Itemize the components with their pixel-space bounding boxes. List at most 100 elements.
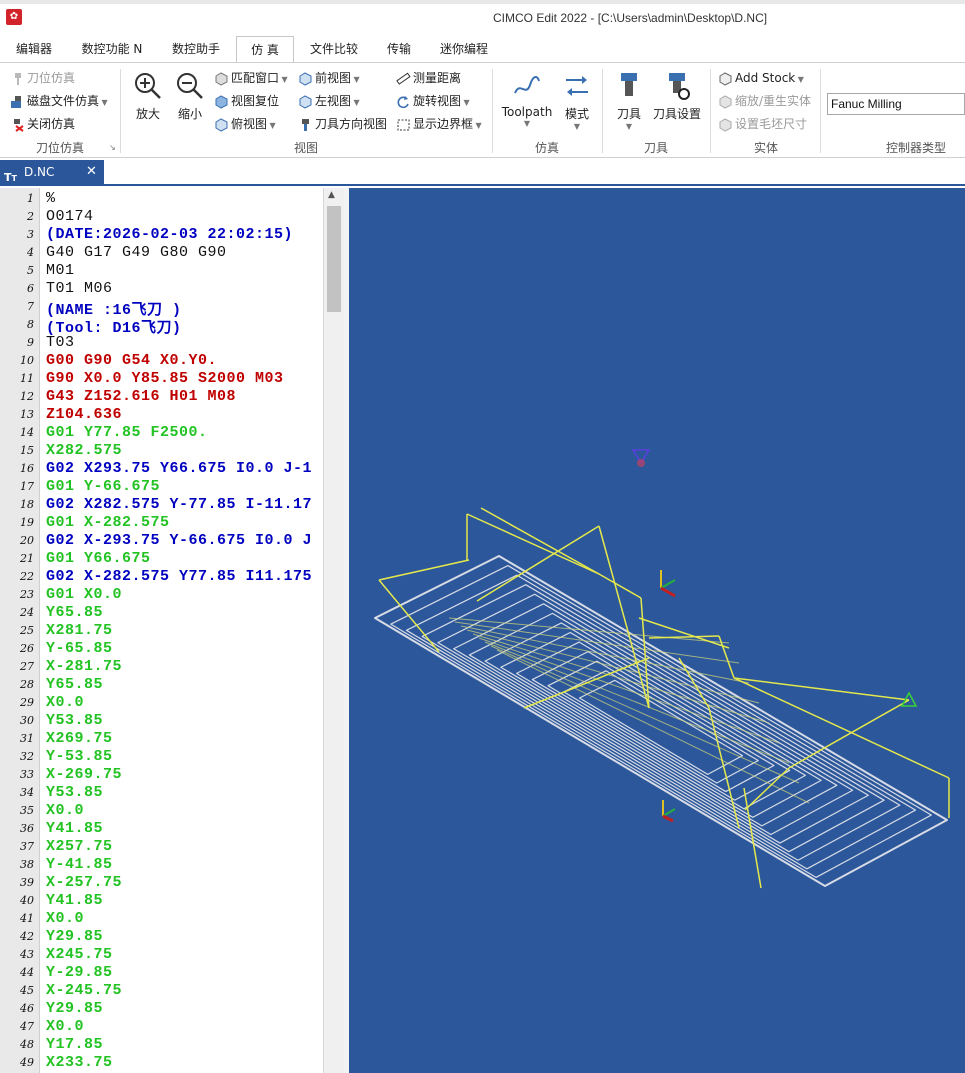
code-line[interactable]: Y53.85 [46,712,103,729]
code-line[interactable]: X257.75 [46,838,113,855]
simulation-viewport[interactable] [349,188,965,1073]
code-line[interactable]: X245.75 [46,946,113,963]
rotate-view-button[interactable]: 旋转视图 ▼ [396,91,470,111]
tab-nc-functions[interactable]: 数控功能 N [72,36,152,62]
code-line[interactable]: X0.0 [46,910,84,927]
top-view-button[interactable]: 俯视图 ▼ [214,114,276,134]
controller-type-select[interactable]: Fanuc Milling [827,93,965,115]
stock-size-button[interactable]: 设置毛坯尺寸 [718,114,807,134]
code-line[interactable]: G43 Z152.616 H01 M08 [46,388,236,405]
stock-ring [437,593,885,853]
code-line[interactable]: X0.0 [46,802,84,819]
bounding-box-button[interactable]: 显示边界框 ▼ [396,114,482,134]
code-line[interactable]: Y29.85 [46,928,103,945]
mode-button[interactable]: 模式 ▼ [560,71,594,131]
fit-window-button[interactable]: 匹配窗口 ▼ [214,68,288,88]
line-number: 22 [20,570,34,583]
tool-sim-button[interactable]: 刀位仿真 [10,68,75,88]
code-line[interactable]: Y65.85 [46,676,103,693]
add-stock-button[interactable]: Add Stock ▼ [718,68,804,88]
disk-sim-button[interactable]: 磁盘文件仿真 ▼ [10,91,108,111]
editor-vertical-scrollbar[interactable]: ▲ [323,188,344,1073]
toolpath-label: Toolpath [501,105,553,119]
front-view-button[interactable]: 前视图 ▼ [298,68,360,88]
code-line[interactable]: G00 G90 G54 X0.Y0. [46,352,217,369]
code-line[interactable]: T03 [46,334,75,351]
code-line[interactable]: Y29.85 [46,1000,103,1017]
code-line[interactable]: G40 G17 G49 G80 G90 [46,244,227,261]
tool-settings-button[interactable]: 刀具设置 [650,71,704,122]
code-line[interactable]: Y-65.85 [46,640,113,657]
code-line[interactable]: X0.0 [46,1018,84,1035]
code-line[interactable]: G01 Y77.85 F2500. [46,424,208,441]
code-line[interactable]: X-245.75 [46,982,122,999]
code-line[interactable]: Y-53.85 [46,748,113,765]
group-label-simulation: 仿真 [535,141,560,155]
code-line[interactable]: X281.75 [46,622,113,639]
dialog-launcher-icon[interactable]: ↘ [109,143,116,152]
code-line[interactable]: G01 X0.0 [46,586,122,603]
code-line[interactable]: X0.0 [46,694,84,711]
tool-dir-view-button[interactable]: 刀具方向视图 [298,114,387,134]
code-line[interactable]: Y65.85 [46,604,103,621]
tab-nc-assistant[interactable]: 数控助手 [164,36,228,62]
close-sim-button[interactable]: 关闭仿真 [10,114,75,134]
tab-mini-programming[interactable]: 迷你编程 [432,36,496,62]
scroll-up-arrow-icon[interactable]: ▲ [328,190,335,200]
close-sim-icon [14,118,24,132]
zoom-out-button[interactable]: 缩小 [172,71,208,122]
code-line[interactable]: X233.75 [46,1054,113,1071]
tool-button[interactable]: 刀具 ▼ [612,71,646,131]
document-tab[interactable]: TT D.NC ✕ [0,160,104,184]
tab-editor[interactable]: 编辑器 [6,36,62,62]
scrollbar-thumb[interactable] [327,206,341,312]
left-view-icon [299,94,312,109]
code-line[interactable]: Y41.85 [46,892,103,909]
code-line[interactable]: G02 X282.575 Y-77.85 I-11.17 [46,496,312,513]
rescale-regen-solid-button[interactable]: 缩放/重生实体 [718,91,811,111]
app-logo-icon[interactable]: ✿ [6,9,22,25]
code-line[interactable]: X269.75 [46,730,113,747]
code-line[interactable]: (DATE:2026-02-03 22:02:15) [46,226,293,243]
view-reset-button[interactable]: 视图复位 [214,91,279,111]
code-line[interactable]: G02 X-293.75 Y-66.675 I0.0 J [46,532,312,549]
chevron-down-icon: ▼ [351,98,360,107]
code-line[interactable]: Z104.636 [46,406,122,423]
tab-file-compare[interactable]: 文件比较 [302,36,366,62]
zoom-out-icon [177,73,203,99]
code-line[interactable]: X-257.75 [46,874,122,891]
left-view-button[interactable]: 左视图 ▼ [298,91,360,111]
code-line[interactable]: Y17.85 [46,1036,103,1053]
line-number: 45 [20,984,34,997]
code-line[interactable]: T01 M06 [46,280,113,297]
code-line[interactable]: G01 Y-66.675 [46,478,160,495]
code-line[interactable]: Y53.85 [46,784,103,801]
zoom-in-button[interactable]: 放大 [130,71,166,122]
stock-cube-icon [719,71,732,86]
stock-size-label: 设置毛坯尺寸 [735,117,808,131]
code-line[interactable]: G90 X0.0 Y85.85 S2000 M03 [46,370,284,387]
code-line[interactable]: G01 Y66.675 [46,550,151,567]
code-line[interactable]: G02 X293.75 Y66.675 I0.0 J-1 [46,460,312,477]
simulation-canvas[interactable] [349,188,965,1073]
rapid-move-line [598,573,642,599]
code-line[interactable]: G01 X-282.575 [46,514,170,531]
code-line[interactable]: X282.575 [46,442,122,459]
code-line[interactable]: Y-29.85 [46,964,113,981]
tab-transfer[interactable]: 传输 [378,36,420,62]
toolpath-button[interactable]: Toolpath ▼ [498,71,556,128]
tab-simulation[interactable]: 仿 真 [236,36,294,63]
code-line[interactable]: Y41.85 [46,820,103,837]
code-line[interactable]: O0174 [46,208,94,225]
code-line[interactable]: G02 X-282.575 Y77.85 I11.175 [46,568,312,585]
code-line[interactable]: M01 [46,262,75,279]
code-editor[interactable]: 1 2 3 4 5 6 7 8 9 10 11 12 13 14 15 16 17 18 19 20 21 22 23 24 2… [0,188,346,1073]
close-tab-icon[interactable]: ✕ [86,160,97,184]
code-line[interactable]: Y-41.85 [46,856,113,873]
code-line[interactable]: X-269.75 [46,766,122,783]
measure-button[interactable]: 测量距离 [396,68,461,88]
code-line[interactable]: X-281.75 [46,658,122,675]
code-line[interactable]: % [46,190,56,207]
ribbon-separator [602,69,603,153]
zoom-in-icon [135,73,161,99]
